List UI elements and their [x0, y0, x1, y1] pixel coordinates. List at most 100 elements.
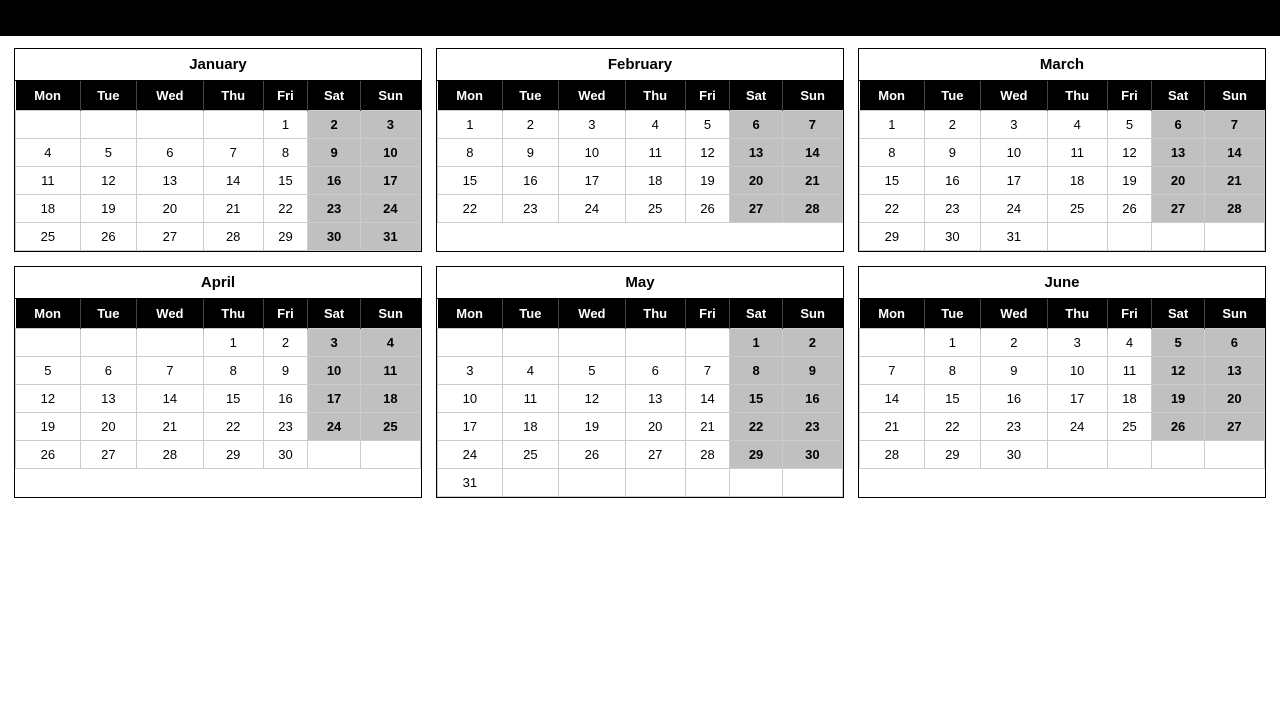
calendar-cell: 18	[16, 195, 81, 223]
calendar-cell: 1	[263, 111, 308, 139]
calendar-cell	[137, 111, 204, 139]
day-header-tue: Tue	[924, 81, 980, 111]
calendar-cell: 26	[559, 441, 626, 469]
calendar-cell: 11	[1107, 357, 1152, 385]
calendar-cell: 2	[981, 329, 1048, 357]
calendar-cell: 25	[1107, 413, 1152, 441]
day-header-mon: Mon	[438, 299, 503, 329]
calendar-cell: 7	[1204, 111, 1264, 139]
calendar-cell: 10	[981, 139, 1048, 167]
calendar-cell: 1	[438, 111, 503, 139]
calendar-cell: 21	[137, 413, 204, 441]
calendar-cell: 12	[559, 385, 626, 413]
day-header-tue: Tue	[80, 81, 136, 111]
calendar-cell	[685, 329, 730, 357]
day-header-wed: Wed	[137, 81, 204, 111]
calendar-cell	[438, 329, 503, 357]
calendar-cell: 14	[137, 385, 204, 413]
calendar-cell: 9	[263, 357, 308, 385]
calendar-cell: 31	[438, 469, 503, 497]
calendar-cell: 5	[80, 139, 136, 167]
month-block-january: JanuaryMonTueWedThuFriSatSun123456789101…	[14, 48, 422, 252]
calendar-cell: 23	[502, 195, 558, 223]
calendar-cell: 12	[685, 139, 730, 167]
day-header-fri: Fri	[263, 299, 308, 329]
calendar-cell: 9	[924, 139, 980, 167]
calendar-cell	[16, 329, 81, 357]
calendar-cell: 13	[730, 139, 782, 167]
calendar-cell: 24	[559, 195, 626, 223]
calendar-cell	[137, 329, 204, 357]
calendar-cell: 11	[1047, 139, 1107, 167]
calendar-cell: 7	[860, 357, 925, 385]
day-header-wed: Wed	[559, 81, 626, 111]
calendar-cell	[80, 329, 136, 357]
calendar-cell: 21	[1204, 167, 1264, 195]
day-header-sat: Sat	[1152, 299, 1204, 329]
calendar-cell: 12	[16, 385, 81, 413]
calendar-cell: 19	[559, 413, 626, 441]
day-header-wed: Wed	[559, 299, 626, 329]
calendar-cell	[1204, 223, 1264, 251]
calendar-cell: 27	[625, 441, 685, 469]
calendar-cell: 9	[502, 139, 558, 167]
calendar-cell: 30	[981, 441, 1048, 469]
calendar-cell: 7	[203, 139, 263, 167]
day-header-mon: Mon	[860, 299, 925, 329]
calendar-cell: 18	[625, 167, 685, 195]
calendar-cell: 2	[782, 329, 842, 357]
calendar-cell: 18	[502, 413, 558, 441]
month-block-april: AprilMonTueWedThuFriSatSun12345678910111…	[14, 266, 422, 498]
calendar-cell: 19	[80, 195, 136, 223]
calendar-cell: 1	[730, 329, 782, 357]
calendar-cell: 6	[1204, 329, 1264, 357]
calendar-cell: 27	[137, 223, 204, 251]
calendar-cell: 28	[860, 441, 925, 469]
calendar-cell: 17	[360, 167, 420, 195]
calendar-cell: 14	[1204, 139, 1264, 167]
calendar-cell: 10	[438, 385, 503, 413]
calendar-cell: 7	[782, 111, 842, 139]
calendar-cell: 25	[625, 195, 685, 223]
calendar-cell: 8	[924, 357, 980, 385]
day-header-tue: Tue	[80, 299, 136, 329]
calendar-cell: 12	[80, 167, 136, 195]
calendar-cell	[559, 469, 626, 497]
day-header-fri: Fri	[685, 299, 730, 329]
month-block-june: JuneMonTueWedThuFriSatSun123456789101112…	[858, 266, 1266, 498]
calendar-cell: 22	[924, 413, 980, 441]
calendar-cell: 31	[981, 223, 1048, 251]
calendar-cell: 17	[1047, 385, 1107, 413]
calendar-cell	[1047, 441, 1107, 469]
calendar-cell: 15	[924, 385, 980, 413]
calendar-cell: 28	[137, 441, 204, 469]
calendar-cell: 14	[860, 385, 925, 413]
month-title-march: March	[859, 49, 1265, 81]
calendar-cell: 3	[1047, 329, 1107, 357]
month-title-june: June	[859, 267, 1265, 299]
calendar-cell	[1152, 441, 1204, 469]
calendar-cell: 26	[1152, 413, 1204, 441]
calendar-cell: 2	[502, 111, 558, 139]
calendar-cell: 31	[360, 223, 420, 251]
calendar-cell: 9	[308, 139, 360, 167]
calendar-cell: 26	[80, 223, 136, 251]
calendar-cell	[1107, 223, 1152, 251]
day-header-wed: Wed	[981, 299, 1048, 329]
calendar-cell: 22	[730, 413, 782, 441]
month-title-january: January	[15, 49, 421, 81]
calendar-cell: 20	[137, 195, 204, 223]
calendar-cell: 21	[203, 195, 263, 223]
calendar-cell: 15	[203, 385, 263, 413]
day-header-mon: Mon	[438, 81, 503, 111]
calendar-cell: 8	[438, 139, 503, 167]
calendar-cell: 27	[1204, 413, 1264, 441]
calendar-cell: 1	[860, 111, 925, 139]
calendar-cell: 12	[1152, 357, 1204, 385]
calendar-cell: 10	[360, 139, 420, 167]
calendar-cell: 5	[1107, 111, 1152, 139]
day-header-sat: Sat	[308, 299, 360, 329]
day-header-mon: Mon	[860, 81, 925, 111]
calendar-cell: 18	[360, 385, 420, 413]
calendar-cell: 19	[685, 167, 730, 195]
